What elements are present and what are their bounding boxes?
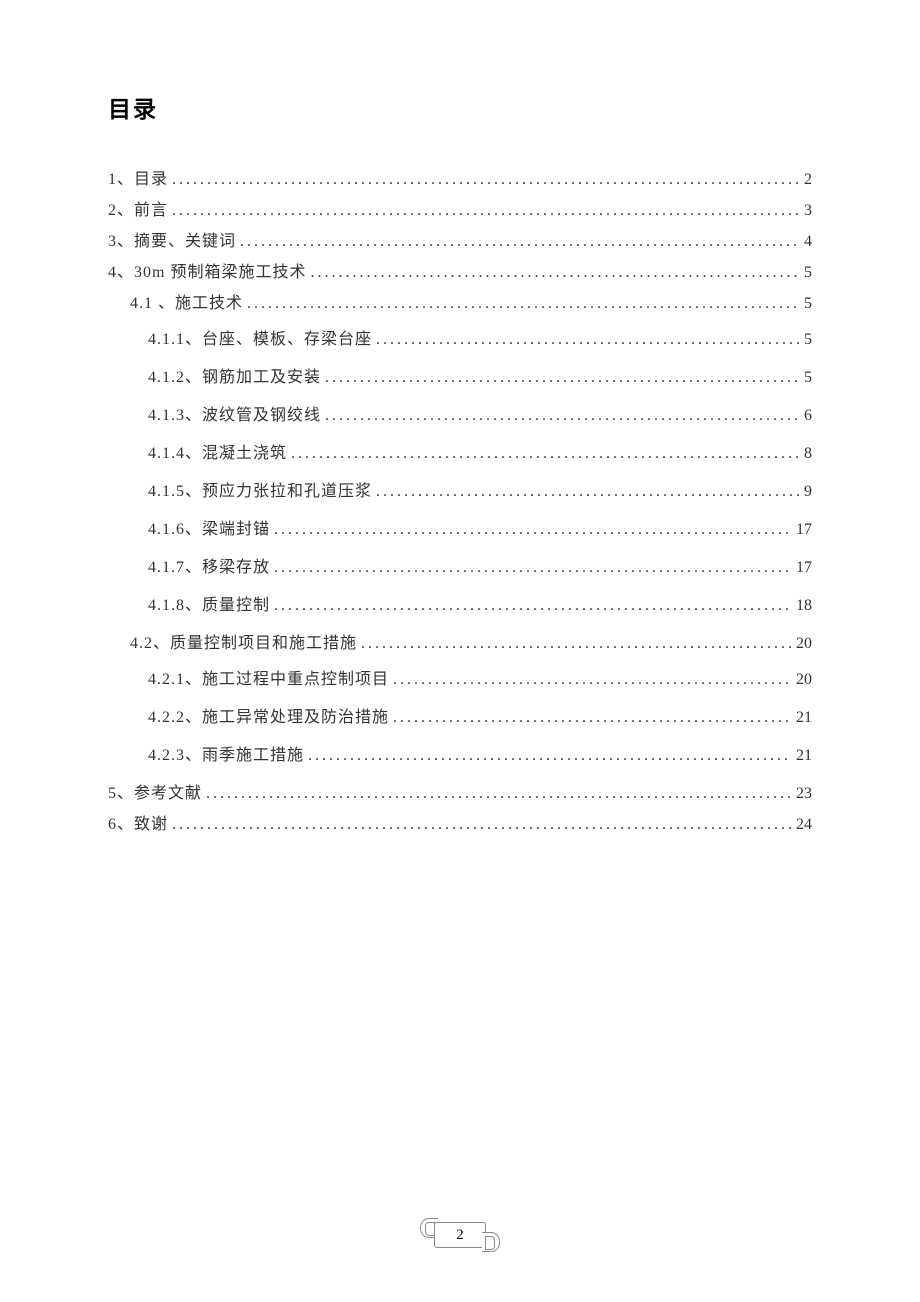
toc-leader-dots xyxy=(376,332,800,348)
page-number: 2 xyxy=(434,1222,486,1248)
toc-entry: 4.1.4、混凝土浇筑 8 xyxy=(108,446,812,462)
toc-page-number: 8 xyxy=(804,446,812,462)
toc-list: 1、目录22、前言33、摘要、关键词44、30m 预制箱梁施工技术 54.1 、… xyxy=(108,172,812,833)
toc-entry: 4.1 、施工技术 5 xyxy=(108,296,812,312)
toc-page-number: 9 xyxy=(804,484,812,500)
toc-label: 1、目录 xyxy=(108,172,168,188)
toc-page-number: 17 xyxy=(796,522,812,538)
toc-leader-dots xyxy=(206,786,792,802)
toc-label: 4.1 、施工技术 xyxy=(130,296,243,312)
toc-label: 4.1.8、质量控制 xyxy=(148,598,270,614)
toc-page-number: 6 xyxy=(804,408,812,424)
toc-label: 4.2.3、雨季施工措施 xyxy=(148,748,304,764)
toc-entry: 4.1.3、波纹管及钢绞线 6 xyxy=(108,408,812,424)
toc-leader-dots xyxy=(310,265,800,281)
toc-page-number: 24 xyxy=(796,817,812,833)
toc-leader-dots xyxy=(393,672,792,688)
toc-leader-dots xyxy=(274,560,792,576)
toc-leader-dots xyxy=(172,203,800,219)
scroll-right-icon xyxy=(482,1232,500,1252)
toc-label: 5、参考文献 xyxy=(108,786,202,802)
toc-entry: 3、摘要、关键词 4 xyxy=(108,234,812,250)
toc-label: 4、30m 预制箱梁施工技术 xyxy=(108,265,306,281)
toc-leader-dots xyxy=(172,172,800,188)
toc-entry: 4.1.8、质量控制 18 xyxy=(108,598,812,614)
toc-page-number: 5 xyxy=(804,332,812,348)
toc-label: 4.2.2、施工异常处理及防治措施 xyxy=(148,710,389,726)
toc-label: 3、摘要、关键词 xyxy=(108,234,236,250)
page-number-scroll-icon: 2 xyxy=(420,1218,500,1252)
toc-label: 4.2、质量控制项目和施工措施 xyxy=(130,636,357,652)
toc-entry: 6、致谢 24 xyxy=(108,817,812,833)
toc-page-number: 5 xyxy=(804,265,812,281)
toc-label: 4.2.1、施工过程中重点控制项目 xyxy=(148,672,389,688)
toc-entry: 4.1.2、钢筋加工及安装 5 xyxy=(108,370,812,386)
toc-page-number: 3 xyxy=(804,203,812,219)
toc-page-number: 21 xyxy=(796,748,812,764)
toc-entry: 4、30m 预制箱梁施工技术 5 xyxy=(108,265,812,281)
toc-leader-dots xyxy=(393,710,792,726)
toc-entry: 4.1.1、台座、模板、存梁台座 5 xyxy=(108,332,812,348)
toc-entry: 4.2、质量控制项目和施工措施 20 xyxy=(108,636,812,652)
toc-leader-dots xyxy=(274,598,792,614)
toc-leader-dots xyxy=(240,234,800,250)
toc-page-number: 20 xyxy=(796,672,812,688)
toc-label: 2、前言 xyxy=(108,203,168,219)
toc-entry: 4.1.7、移梁存放 17 xyxy=(108,560,812,576)
document-page: 目录 1、目录22、前言33、摘要、关键词44、30m 预制箱梁施工技术 54.… xyxy=(0,0,920,833)
toc-page-number: 23 xyxy=(796,786,812,802)
toc-entry: 5、参考文献 23 xyxy=(108,786,812,802)
toc-page-number: 20 xyxy=(796,636,812,652)
toc-page-number: 2 xyxy=(804,172,812,188)
toc-entry: 4.1.5、预应力张拉和孔道压浆 9 xyxy=(108,484,812,500)
toc-label: 4.1.7、移梁存放 xyxy=(148,560,270,576)
toc-leader-dots xyxy=(247,296,800,312)
toc-entry: 1、目录 2 xyxy=(108,172,812,188)
toc-page-number: 5 xyxy=(804,296,812,312)
toc-label: 6、致谢 xyxy=(108,817,168,833)
page-title: 目录 xyxy=(108,90,812,124)
toc-label: 4.1.4、混凝土浇筑 xyxy=(148,446,287,462)
toc-label: 4.1.3、波纹管及钢绞线 xyxy=(148,408,321,424)
toc-page-number: 18 xyxy=(796,598,812,614)
toc-entry: 4.2.3、雨季施工措施 21 xyxy=(108,748,812,764)
toc-leader-dots xyxy=(376,484,800,500)
toc-leader-dots xyxy=(291,446,800,462)
toc-label: 4.1.1、台座、模板、存梁台座 xyxy=(148,332,372,348)
toc-leader-dots xyxy=(325,370,800,386)
toc-page-number: 4 xyxy=(804,234,812,250)
toc-page-number: 5 xyxy=(804,370,812,386)
toc-leader-dots xyxy=(274,522,792,538)
toc-entry: 4.2.2、施工异常处理及防治措施 21 xyxy=(108,710,812,726)
toc-label: 4.1.2、钢筋加工及安装 xyxy=(148,370,321,386)
toc-leader-dots xyxy=(361,636,792,652)
toc-leader-dots xyxy=(325,408,800,424)
toc-leader-dots xyxy=(172,817,792,833)
toc-page-number: 21 xyxy=(796,710,812,726)
toc-label: 4.1.6、梁端封锚 xyxy=(148,522,270,538)
toc-entry: 4.2.1、施工过程中重点控制项目 20 xyxy=(108,672,812,688)
toc-leader-dots xyxy=(308,748,792,764)
toc-page-number: 17 xyxy=(796,560,812,576)
toc-entry: 2、前言 3 xyxy=(108,203,812,219)
toc-entry: 4.1.6、梁端封锚 17 xyxy=(108,522,812,538)
page-footer: 2 xyxy=(420,1218,500,1252)
toc-label: 4.1.5、预应力张拉和孔道压浆 xyxy=(148,484,372,500)
